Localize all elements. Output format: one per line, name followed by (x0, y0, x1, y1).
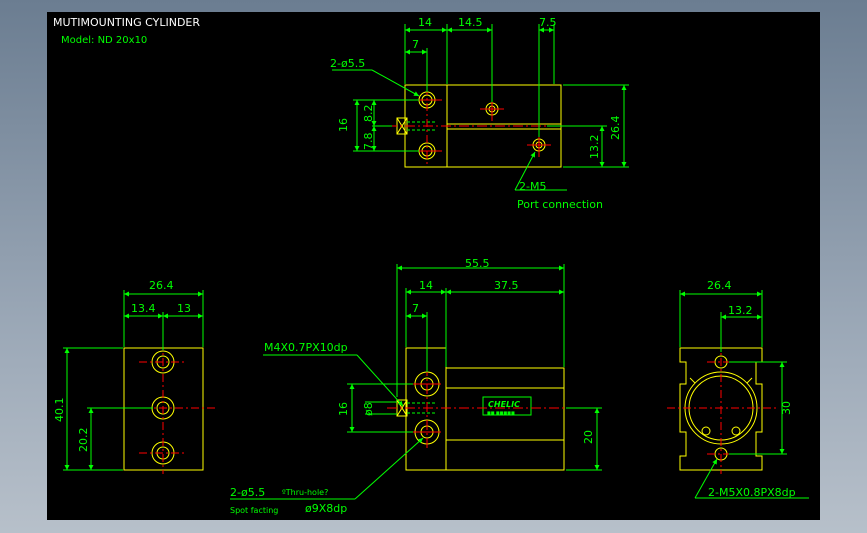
top-dim-14-5: 14.5 (458, 16, 483, 29)
drawing-model: Model: ND 20x10 (61, 35, 147, 46)
side-dim-14: 14 (419, 279, 433, 292)
side-dim-8: ø8 (362, 402, 375, 416)
right-dim-13-2: 13.2 (728, 304, 753, 317)
top-dim-26-4: 26.4 (609, 116, 622, 141)
side-label-small: ■■ ■■■■■ (487, 410, 515, 415)
side-dim-20: 20 (582, 430, 595, 444)
front-dim-13: 13 (177, 302, 191, 315)
top-dim-7-8: 7.8 (362, 133, 375, 151)
side-dim-16: 16 (337, 402, 350, 416)
side-dim-7: 7 (412, 302, 419, 315)
top-note-port-desc: Port connection (517, 198, 603, 211)
side-note-spot: Spot facting (230, 506, 278, 515)
top-dim-14: 14 (418, 16, 432, 29)
top-dim-7-5: 7.5 (539, 16, 557, 29)
drawing-title: MUTIMOUNTING CYLINDER (53, 16, 200, 29)
front-dim-20-2: 20.2 (77, 428, 90, 453)
side-view-body (445, 367, 565, 471)
side-label-brand: CHELIC (488, 400, 520, 409)
top-dim-7: 7 (412, 38, 419, 51)
drawing-canvas: MUTIMOUNTING CYLINDER Model: ND 20x10 14… (47, 12, 820, 520)
right-dim-30: 30 (780, 401, 793, 415)
top-note-port: 2-M5 (519, 180, 546, 193)
right-view (667, 290, 809, 499)
right-dim-26-4: 26.4 (707, 279, 732, 292)
top-dim-13-2: 13.2 (588, 135, 601, 160)
top-note-holes: 2-ø5.5 (330, 57, 365, 70)
top-view (332, 24, 629, 191)
side-note-holes: 2-ø5.5 (230, 486, 265, 499)
front-dim-40-1: 40.1 (53, 398, 66, 423)
top-dim-8-2: 8.2 (362, 105, 375, 123)
side-dim-37-5: 37.5 (494, 279, 519, 292)
cad-drawing: MUTIMOUNTING CYLINDER Model: ND 20x10 14… (53, 16, 809, 515)
right-note-thread: 2-M5X0.8PX8dp (708, 486, 796, 499)
side-view (230, 264, 602, 500)
top-dim-16: 16 (337, 118, 350, 132)
side-note-thru: ºThru-hole? (282, 488, 328, 497)
side-view-cap (405, 347, 447, 471)
front-dim-13-4: 13.4 (131, 302, 156, 315)
side-note-spot-dim: ø9X8dp (305, 502, 347, 515)
side-dim-55-5: 55.5 (465, 257, 490, 270)
side-note-thread: M4X0.7PX10dp (264, 341, 348, 354)
front-dim-26-4: 26.4 (149, 279, 174, 292)
